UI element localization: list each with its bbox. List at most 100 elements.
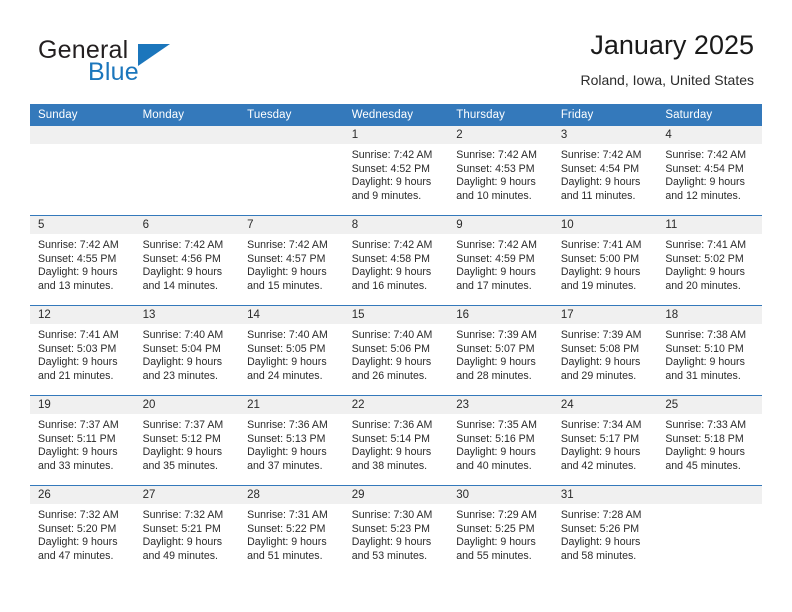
day-details [30,144,135,149]
calendar-table: Sunday Monday Tuesday Wednesday Thursday… [30,104,762,575]
daylight-duration-line2: and 33 minutes. [38,459,114,472]
day-cell-inner: 12 Sunrise: 7:41 AM Sunset: 5:03 PM Dayligh… [30,306,135,395]
calendar-day-cell[interactable]: 17 Sunrise: 7:39 AM Sunset: 5:08 PM Dayligh… [552,305,658,396]
sunset-time: Sunset: 5:11 PM [38,432,116,445]
calendar-day-cell[interactable]: 13 Sunrise: 7:40 AM Sunset: 5:04 PM Dayligh… [134,305,240,396]
daylight-duration-line1: Daylight: 9 hours [142,536,223,549]
sunrise-time: Sunrise: 7:41 AM [38,329,119,341]
calendar-day-cell[interactable]: 7 Sunrise: 7:42 AM Sunset: 4:57 PM Daylight… [239,215,344,306]
day-cell-inner: 19 Sunrise: 7:37 AM Sunset: 5:11 PM Dayligh… [30,396,135,485]
day-number [134,126,240,144]
day-details: Sunrise: 7:37 AM Sunset: 5:11 PM Daylight:… [30,414,135,473]
calendar-day-cell[interactable]: 30 Sunrise: 7:29 AM Sunset: 5:25 PM Dayligh… [448,485,553,575]
day-number: 3 [552,126,658,144]
daylight-duration-line2: and 19 minutes. [560,279,637,292]
day-cell-inner: 11 Sunrise: 7:41 AM Sunset: 5:02 PM Dayligh… [657,216,762,305]
daylight-duration-line2: and 42 minutes. [560,459,637,472]
day-cell-inner: 5 Sunrise: 7:42 AM Sunset: 4:55 PM Daylight… [30,216,135,305]
daylight-duration-line1: Daylight: 9 hours [247,446,327,459]
day-details: Sunrise: 7:32 AM Sunset: 5:21 PM Daylight:… [135,504,240,563]
calendar-day-cell[interactable]: 31 Sunrise: 7:28 AM Sunset: 5:26 PM Dayligh… [552,485,658,575]
day-cell-inner: 24 Sunrise: 7:34 AM Sunset: 5:17 PM Dayligh… [552,396,658,485]
calendar-day-cell[interactable]: 15 Sunrise: 7:40 AM Sunset: 5:06 PM Dayligh… [343,305,449,396]
day-number: 8 [343,216,449,234]
day-cell-inner: 28 Sunrise: 7:31 AM Sunset: 5:22 PM Dayligh… [239,486,344,575]
sunset-time: Sunset: 5:05 PM [247,342,326,355]
daylight-duration-line2: and 40 minutes. [456,459,532,472]
sunrise-time: Sunrise: 7:39 AM [560,329,642,341]
calendar-day-cell[interactable]: 5 Sunrise: 7:42 AM Sunset: 4:55 PM Daylight… [30,215,135,306]
day-details: Sunrise: 7:28 AM Sunset: 5:26 PM Daylight:… [553,504,658,563]
calendar-day-cell[interactable]: 21 Sunrise: 7:36 AM Sunset: 5:13 PM Dayligh… [239,395,344,486]
daylight-duration-line1: Daylight: 9 hours [560,266,641,279]
day-details: Sunrise: 7:40 AM Sunset: 5:05 PM Daylight:… [239,324,344,383]
calendar-day-cell[interactable]: 27 Sunrise: 7:32 AM Sunset: 5:21 PM Dayligh… [134,485,240,575]
sunrise-time: Sunrise: 7:33 AM [665,419,747,431]
calendar-day-cell[interactable]: 14 Sunrise: 7:40 AM Sunset: 5:05 PM Dayligh… [239,305,344,396]
calendar-week-row: 1 Sunrise: 7:42 AM Sunset: 4:52 PM Daylight… [30,126,762,216]
daylight-duration-line1: Daylight: 9 hours [456,536,536,549]
calendar-day-cell[interactable]: 19 Sunrise: 7:37 AM Sunset: 5:11 PM Dayligh… [30,395,135,486]
day-number: 12 [30,306,135,324]
calendar-day-cell[interactable]: 25 Sunrise: 7:33 AM Sunset: 5:18 PM Dayligh… [657,395,762,486]
day-details: Sunrise: 7:35 AM Sunset: 5:16 PM Daylight:… [448,414,553,473]
daylight-duration-line1: Daylight: 9 hours [456,356,536,369]
weekday-header-monday: Monday [134,104,240,126]
day-number: 6 [134,216,240,234]
day-cell-inner: 16 Sunrise: 7:39 AM Sunset: 5:07 PM Dayligh… [448,306,553,395]
calendar-day-cell[interactable]: 8 Sunrise: 7:42 AM Sunset: 4:58 PM Daylight… [343,215,449,306]
calendar-day-cell[interactable]: 12 Sunrise: 7:41 AM Sunset: 5:03 PM Dayligh… [30,305,135,396]
day-details: Sunrise: 7:33 AM Sunset: 5:18 PM Daylight:… [657,414,762,473]
day-cell-inner: 25 Sunrise: 7:33 AM Sunset: 5:18 PM Dayligh… [657,396,762,485]
brand-logo[interactable]: General Blue [38,36,228,90]
day-details: Sunrise: 7:42 AM Sunset: 4:59 PM Daylight:… [448,234,553,293]
calendar-day-cell[interactable]: 26 Sunrise: 7:32 AM Sunset: 5:20 PM Dayligh… [30,485,135,575]
calendar-day-cell[interactable]: 2 Sunrise: 7:42 AM Sunset: 4:53 PM Daylight… [448,126,553,216]
calendar-day-cell[interactable]: 29 Sunrise: 7:30 AM Sunset: 5:23 PM Dayligh… [343,485,449,575]
sunrise-time: Sunrise: 7:30 AM [351,509,433,521]
daylight-duration-line1: Daylight: 9 hours [665,446,745,459]
day-number: 20 [134,396,240,414]
calendar-week-row: 5 Sunrise: 7:42 AM Sunset: 4:55 PM Daylight… [30,215,762,306]
calendar-day-cell[interactable]: 6 Sunrise: 7:42 AM Sunset: 4:56 PM Daylight… [134,215,240,306]
calendar-day-cell[interactable]: 11 Sunrise: 7:41 AM Sunset: 5:02 PM Dayligh… [657,215,762,306]
weekday-header-wednesday: Wednesday [343,104,449,126]
daylight-duration-line2: and 20 minutes. [665,279,741,292]
day-details: Sunrise: 7:41 AM Sunset: 5:02 PM Daylight:… [657,234,762,293]
calendar-day-cell[interactable]: 16 Sunrise: 7:39 AM Sunset: 5:07 PM Dayligh… [448,305,553,396]
calendar-day-cell[interactable]: 24 Sunrise: 7:34 AM Sunset: 5:17 PM Dayligh… [552,395,658,486]
sunrise-time: Sunrise: 7:42 AM [351,149,433,161]
daylight-duration-line2: and 47 minutes. [38,549,114,562]
daylight-duration-line1: Daylight: 9 hours [665,266,745,279]
sunrise-time: Sunrise: 7:39 AM [456,329,537,341]
day-details: Sunrise: 7:42 AM Sunset: 4:56 PM Daylight:… [135,234,240,293]
day-number: 16 [448,306,553,324]
day-cell-inner: 23 Sunrise: 7:35 AM Sunset: 5:16 PM Dayligh… [448,396,553,485]
calendar-day-cell[interactable]: 20 Sunrise: 7:37 AM Sunset: 5:12 PM Dayligh… [134,395,240,486]
daylight-duration-line1: Daylight: 9 hours [142,356,223,369]
calendar-day-cell[interactable]: 10 Sunrise: 7:41 AM Sunset: 5:00 PM Dayligh… [552,215,658,306]
day-details: Sunrise: 7:36 AM Sunset: 5:13 PM Daylight:… [239,414,344,473]
sunrise-time: Sunrise: 7:38 AM [665,329,747,341]
day-details: Sunrise: 7:41 AM Sunset: 5:00 PM Daylight:… [553,234,658,293]
daylight-duration-line1: Daylight: 9 hours [351,446,432,459]
calendar-day-cell[interactable]: 3 Sunrise: 7:42 AM Sunset: 4:54 PM Daylight… [552,126,658,216]
day-details: Sunrise: 7:39 AM Sunset: 5:07 PM Daylight:… [448,324,553,383]
sunset-time: Sunset: 4:56 PM [142,252,221,265]
calendar-day-cell[interactable]: 22 Sunrise: 7:36 AM Sunset: 5:14 PM Dayligh… [343,395,449,486]
daylight-duration-line2: and 21 minutes. [38,369,114,382]
day-details: Sunrise: 7:30 AM Sunset: 5:23 PM Daylight:… [344,504,449,563]
sunset-time: Sunset: 4:58 PM [351,252,431,265]
calendar-header-row: Sunday Monday Tuesday Wednesday Thursday… [30,104,762,126]
calendar-day-cell[interactable]: 28 Sunrise: 7:31 AM Sunset: 5:22 PM Dayligh… [239,485,344,575]
day-cell-inner [30,126,135,215]
sunset-time: Sunset: 4:54 PM [665,162,744,175]
calendar-day-cell[interactable]: 23 Sunrise: 7:35 AM Sunset: 5:16 PM Dayligh… [448,395,553,486]
sunset-time: Sunset: 5:22 PM [247,522,326,535]
calendar-day-cell[interactable]: 4 Sunrise: 7:42 AM Sunset: 4:54 PM Daylight… [657,126,762,216]
sunset-time: Sunset: 4:59 PM [456,252,535,265]
calendar-day-cell[interactable]: 1 Sunrise: 7:42 AM Sunset: 4:52 PM Daylight… [343,126,449,216]
calendar-day-cell[interactable]: 18 Sunrise: 7:38 AM Sunset: 5:10 PM Dayligh… [657,305,762,396]
calendar-day-cell[interactable]: 9 Sunrise: 7:42 AM Sunset: 4:59 PM Daylight… [448,215,553,306]
sunrise-time: Sunrise: 7:36 AM [247,419,328,431]
